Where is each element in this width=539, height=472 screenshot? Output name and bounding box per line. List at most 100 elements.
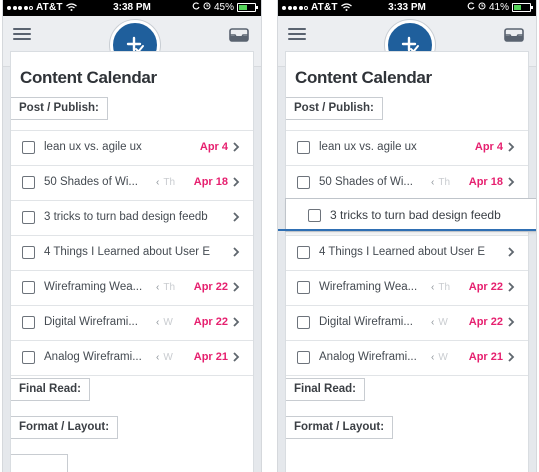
swipe-hint: ‹ Th: [431, 177, 450, 188]
hamburger-icon[interactable]: [288, 28, 306, 41]
phone-screen-2: AT&T 3:33 PM 41% Content Calendar Post /…: [278, 0, 536, 472]
rotation-lock-icon: [192, 2, 200, 13]
task-due-date: Apr 22: [193, 281, 228, 293]
task-checkbox[interactable]: [22, 351, 35, 364]
task-checkbox[interactable]: [22, 281, 35, 294]
task-title: Digital Wireframi...: [319, 316, 413, 328]
chevron-right-icon: [233, 177, 240, 187]
section-format-layout[interactable]: Format / Layout:: [11, 416, 119, 439]
task-checkbox[interactable]: [22, 141, 35, 154]
chevron-right-icon: [508, 352, 515, 362]
section-next[interactable]: [11, 454, 68, 472]
task-title: Digital Wireframi...: [44, 316, 138, 328]
alarm-icon: [203, 2, 211, 13]
section-post-publish[interactable]: Post / Publish:: [11, 97, 108, 120]
task-due-date: Apr 21: [193, 351, 228, 363]
task-title: 50 Shades of Wi...: [319, 176, 413, 188]
drop-indicator-line: [278, 229, 536, 231]
alarm-icon: [478, 2, 486, 13]
task-due-date: Apr 22: [193, 316, 228, 328]
task-row[interactable]: Analog Wireframi... ‹ W Apr 21: [286, 340, 528, 376]
chevron-right-icon: [508, 247, 515, 257]
swipe-hint: ‹ W: [431, 352, 448, 363]
task-checkbox[interactable]: [22, 316, 35, 329]
task-due-date: Apr 4: [474, 141, 503, 153]
task-title: lean ux vs. agile ux: [319, 141, 417, 153]
task-row[interactable]: Digital Wireframi... ‹ W Apr 22: [11, 305, 253, 340]
task-checkbox[interactable]: [297, 281, 310, 294]
status-bar: AT&T 3:38 PM 45%: [3, 0, 261, 16]
task-title: Analog Wireframi...: [319, 351, 417, 363]
chevron-left-icon: ‹: [431, 352, 435, 363]
chevron-right-icon: [233, 142, 240, 152]
phone-screen-1: AT&T 3:38 PM 45% Content Calendar Post /…: [3, 0, 261, 472]
page-title: Content Calendar: [20, 68, 157, 87]
task-checkbox: [308, 209, 321, 222]
task-checkbox[interactable]: [22, 246, 35, 259]
swipe-hint: ‹ Th: [156, 177, 175, 188]
task-title: 4 Things I Learned about User E: [319, 246, 486, 258]
status-right: 41%: [467, 2, 533, 13]
battery-icon: [237, 3, 258, 12]
swipe-hint: ‹ W: [156, 317, 173, 328]
task-row[interactable]: lean ux vs. agile ux Apr 4: [11, 130, 253, 165]
rotation-lock-icon: [467, 2, 475, 13]
status-right: 45%: [192, 2, 258, 13]
task-checkbox[interactable]: [22, 176, 35, 189]
dragging-task-row[interactable]: 3 tricks to turn bad design feedb: [286, 199, 536, 231]
task-title: 3 tricks to turn bad design feedb: [330, 208, 501, 222]
task-row[interactable]: 50 Shades of Wi... ‹ Th Apr 18: [11, 165, 253, 200]
chevron-left-icon: ‹: [431, 282, 435, 293]
chevron-right-icon: [508, 317, 515, 327]
chevron-right-icon: [508, 142, 515, 152]
chevron-left-icon: ‹: [431, 317, 435, 328]
battery-percent: 45%: [213, 2, 234, 13]
task-checkbox[interactable]: [297, 351, 310, 364]
task-title: 3 tricks to turn bad design feedb: [44, 211, 208, 223]
task-checkbox[interactable]: [297, 176, 310, 189]
hamburger-icon[interactable]: [13, 28, 31, 41]
chevron-left-icon: ‹: [156, 177, 160, 188]
task-due-date: Apr 18: [193, 176, 228, 188]
task-due-date: Apr 22: [468, 316, 503, 328]
chevron-right-icon: [508, 177, 515, 187]
hint-text: Th: [438, 282, 451, 293]
task-checkbox[interactable]: [297, 246, 310, 259]
hint-text: W: [163, 317, 173, 328]
hint-text: W: [163, 352, 173, 363]
task-row[interactable]: 50 Shades of Wi... ‹ Th Apr 18: [286, 165, 528, 200]
task-row[interactable]: Wireframing Wea... ‹ Th Apr 22: [286, 270, 528, 305]
task-title: Analog Wireframi...: [44, 351, 142, 363]
task-checkbox[interactable]: [297, 141, 310, 154]
hint-text: Th: [163, 177, 176, 188]
page-title: Content Calendar: [295, 68, 432, 87]
task-row[interactable]: 4 Things I Learned about User E: [11, 235, 253, 270]
swipe-hint: ‹ Th: [431, 282, 450, 293]
task-due-date: Apr 21: [468, 351, 503, 363]
swipe-hint: ‹ Th: [156, 282, 175, 293]
inbox-icon[interactable]: [229, 28, 249, 42]
task-title: Wireframing Wea...: [44, 281, 143, 293]
task-checkbox[interactable]: [22, 211, 35, 224]
section-post-publish[interactable]: Post / Publish:: [286, 97, 383, 120]
chevron-left-icon: ‹: [156, 282, 160, 293]
task-checkbox[interactable]: [297, 316, 310, 329]
hint-text: W: [438, 317, 448, 328]
task-row[interactable]: Analog Wireframi... ‹ W Apr 21: [11, 340, 253, 376]
section-final-read[interactable]: Final Read:: [11, 378, 90, 401]
section-final-read[interactable]: Final Read:: [286, 378, 365, 401]
hint-text: Th: [163, 282, 176, 293]
chevron-left-icon: ‹: [156, 352, 160, 363]
swipe-hint: ‹ W: [431, 317, 448, 328]
task-row[interactable]: 4 Things I Learned about User E: [286, 235, 528, 270]
task-row[interactable]: lean ux vs. agile ux Apr 4: [286, 130, 528, 165]
task-title: Wireframing Wea...: [319, 281, 418, 293]
task-row[interactable]: 3 tricks to turn bad design feedb: [11, 200, 253, 235]
chevron-right-icon: [233, 212, 240, 222]
content-calendar-card: Content Calendar Post / Publish: lean ux…: [278, 52, 536, 472]
task-title: lean ux vs. agile ux: [44, 141, 142, 153]
task-row[interactable]: Digital Wireframi... ‹ W Apr 22: [286, 305, 528, 340]
section-format-layout[interactable]: Format / Layout:: [286, 416, 394, 439]
inbox-icon[interactable]: [504, 28, 524, 42]
task-row[interactable]: Wireframing Wea... ‹ Th Apr 22: [11, 270, 253, 305]
